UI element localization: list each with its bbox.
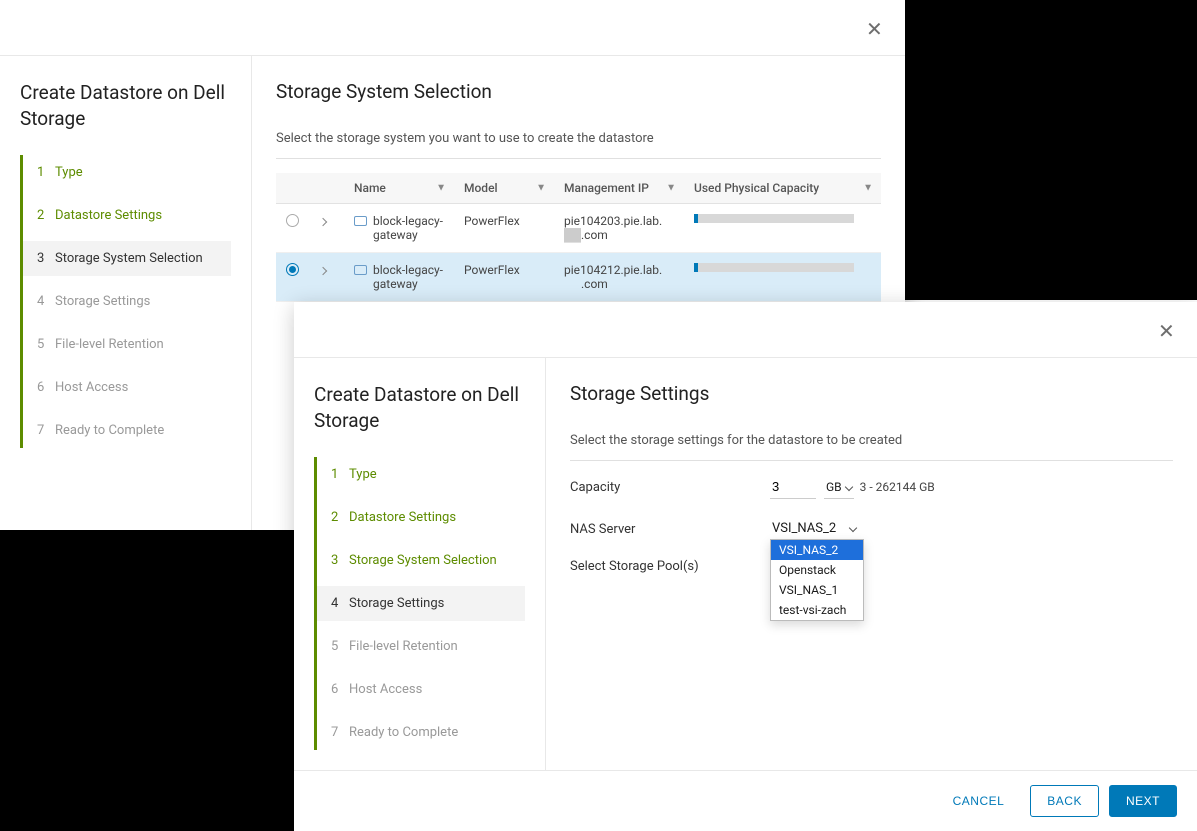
- dropdown-option[interactable]: Openstack: [771, 560, 863, 580]
- close-icon[interactable]: ✕: [1158, 324, 1172, 338]
- step-storage-settings: 4Storage Settings: [23, 284, 231, 319]
- step-storage-system-selection[interactable]: 3Storage System Selection: [317, 543, 525, 578]
- step-type[interactable]: 1Type: [23, 155, 231, 190]
- col-radio: [276, 173, 310, 204]
- cancel-button[interactable]: CANCEL: [937, 785, 1021, 817]
- dropdown-option[interactable]: VSI_NAS_1: [771, 580, 863, 600]
- expand-icon[interactable]: [319, 267, 327, 275]
- table-row[interactable]: block-legacy-gateway PowerFlex pie104212…: [276, 253, 881, 302]
- system-ip: pie104203.pie.lab.██.com: [554, 204, 684, 253]
- filter-icon[interactable]: ▼: [863, 183, 873, 194]
- capacity-bar: [694, 263, 854, 272]
- table-row[interactable]: block-legacy-gateway PowerFlex pie104203…: [276, 204, 881, 253]
- step-file-level-retention: 5File-level Retention: [317, 629, 525, 664]
- wizard-footer: CANCEL BACK NEXT: [294, 770, 1197, 831]
- step-datastore-settings[interactable]: 2Datastore Settings: [23, 198, 231, 233]
- step-ready-to-complete: 7Ready to Complete: [23, 413, 231, 448]
- wizard-steps: 1Type 2Datastore Settings 3Storage Syste…: [314, 457, 525, 750]
- row-radio[interactable]: [286, 214, 299, 227]
- expand-icon[interactable]: [319, 218, 327, 226]
- step-host-access: 6Host Access: [317, 672, 525, 707]
- sidebar-title: Create Datastore on Dell Storage: [20, 80, 231, 131]
- capacity-bar: [694, 214, 854, 223]
- chevron-down-icon: [849, 524, 857, 532]
- step-type[interactable]: 1Type: [317, 457, 525, 492]
- storage-pool-label: Select Storage Pool(s): [570, 559, 770, 574]
- close-icon[interactable]: ✕: [866, 22, 880, 36]
- content-pane: Storage Settings Select the storage sett…: [546, 358, 1197, 773]
- sidebar-title: Create Datastore on Dell Storage: [314, 382, 525, 433]
- step-file-level-retention: 5File-level Retention: [23, 327, 231, 362]
- filter-icon[interactable]: ▼: [666, 183, 676, 194]
- modal-header: ✕: [0, 0, 905, 56]
- col-expand: [310, 173, 344, 204]
- nas-server-row: NAS Server VSI_NAS_2 VSI_NAS_2 Openstack…: [570, 517, 1173, 541]
- system-model: PowerFlex: [454, 253, 554, 302]
- capacity-hint: 3 - 262144 GB: [860, 480, 935, 494]
- capacity-input[interactable]: [770, 475, 816, 499]
- step-ready-to-complete: 7Ready to Complete: [317, 715, 525, 750]
- capacity-unit-select[interactable]: GB: [824, 476, 854, 499]
- dropdown-option[interactable]: VSI_NAS_2: [771, 540, 863, 560]
- next-button[interactable]: NEXT: [1109, 785, 1177, 817]
- wizard-sidebar: Create Datastore on Dell Storage 1Type 2…: [294, 358, 546, 773]
- row-radio[interactable]: [286, 263, 299, 276]
- storage-pool-row: Select Storage Pool(s): [570, 559, 1173, 574]
- filter-icon[interactable]: ▼: [436, 183, 446, 194]
- col-capacity[interactable]: Used Physical Capacity▼: [684, 173, 881, 204]
- col-model[interactable]: Model▼: [454, 173, 554, 204]
- storage-icon: [354, 265, 367, 275]
- nas-server-dropdown: VSI_NAS_2 Openstack VSI_NAS_1 test-vsi-z…: [770, 539, 864, 621]
- dropdown-option[interactable]: test-vsi-zach: [771, 600, 863, 620]
- storage-icon: [354, 216, 367, 226]
- step-datastore-settings[interactable]: 2Datastore Settings: [317, 500, 525, 535]
- storage-systems-table: Name▼ Model▼ Management IP▼ Used Physica…: [276, 173, 881, 302]
- page-subtitle: Select the storage system you want to us…: [276, 131, 881, 159]
- system-name: block-legacy-gateway: [373, 214, 444, 242]
- capacity-row: Capacity GB 3 - 262144 GB: [570, 475, 1173, 499]
- col-mgmt-ip[interactable]: Management IP▼: [554, 173, 684, 204]
- page-title: Storage System Selection: [276, 80, 881, 103]
- system-ip: pie104212.pie.lab.██.com: [554, 253, 684, 302]
- nas-server-select[interactable]: VSI_NAS_2: [770, 517, 860, 541]
- nas-server-label: NAS Server: [570, 522, 770, 537]
- back-button[interactable]: BACK: [1030, 785, 1099, 817]
- step-host-access: 6Host Access: [23, 370, 231, 405]
- step-storage-system-selection[interactable]: 3Storage System Selection: [23, 241, 231, 276]
- wizard-sidebar: Create Datastore on Dell Storage 1Type 2…: [0, 56, 252, 530]
- background-black-bottom: [0, 530, 294, 831]
- create-datastore-modal-settings: ✕ Create Datastore on Dell Storage 1Type…: [294, 302, 1197, 831]
- filter-icon[interactable]: ▼: [536, 183, 546, 194]
- page-subtitle: Select the storage settings for the data…: [570, 433, 1173, 461]
- background-black-right: [905, 0, 1197, 300]
- capacity-label: Capacity: [570, 480, 770, 495]
- system-model: PowerFlex: [454, 204, 554, 253]
- col-name[interactable]: Name▼: [344, 173, 454, 204]
- wizard-steps: 1Type 2Datastore Settings 3Storage Syste…: [20, 155, 231, 448]
- system-name: block-legacy-gateway: [373, 263, 444, 291]
- page-title: Storage Settings: [570, 382, 1173, 405]
- step-storage-settings[interactable]: 4Storage Settings: [317, 586, 525, 621]
- modal-header: ✕: [294, 302, 1197, 358]
